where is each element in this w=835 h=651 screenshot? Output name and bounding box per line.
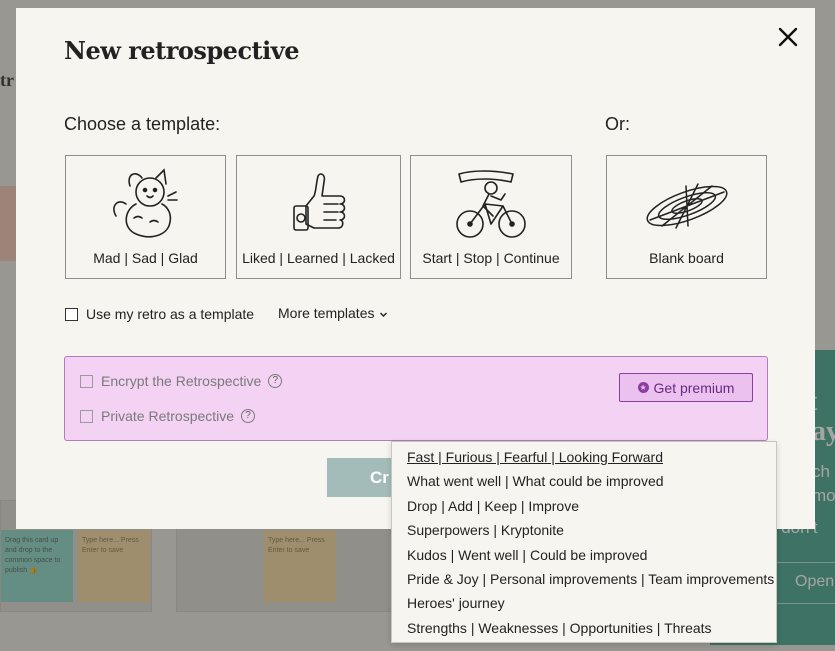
template-label: Start | Stop | Continue bbox=[422, 250, 560, 266]
modal-title: New retrospective bbox=[64, 36, 299, 65]
close-icon bbox=[778, 27, 798, 47]
choose-template-label: Choose a template: bbox=[64, 114, 221, 134]
encrypt-retro-checkbox[interactable]: Encrypt the Retrospective ? bbox=[80, 373, 283, 389]
get-premium-label: Get premium bbox=[653, 379, 735, 396]
more-templates-label: More templates bbox=[278, 305, 375, 321]
checkbox-box[interactable] bbox=[80, 374, 93, 388]
template-liked-learned-lacked[interactable]: Liked | Learned | Lacked bbox=[236, 155, 401, 279]
template-blank-board[interactable]: Blank board bbox=[606, 155, 767, 279]
template-label: Blank board bbox=[649, 250, 724, 266]
cyclist-icon bbox=[456, 170, 526, 238]
or-label: Or: bbox=[605, 114, 630, 134]
encrypt-retro-label: Encrypt the Retrospective bbox=[101, 373, 262, 389]
chevron-down-icon bbox=[380, 312, 388, 317]
dropdown-item[interactable]: Kudos | Went well | Could be improved bbox=[392, 546, 776, 570]
use-my-retro-label: Use my retro as a template bbox=[86, 306, 255, 322]
template-label: Liked | Learned | Lacked bbox=[242, 250, 395, 266]
dropdown-item[interactable]: Heroes' journey bbox=[392, 594, 776, 618]
dropdown-item[interactable]: What went well | What could be improved bbox=[392, 472, 776, 496]
checkbox-box[interactable] bbox=[80, 409, 93, 423]
get-premium-button[interactable]: ★ Get premium bbox=[619, 373, 753, 402]
close-button[interactable] bbox=[775, 24, 801, 50]
more-templates-toggle[interactable]: More templates bbox=[278, 305, 388, 321]
template-label: Mad | Sad | Glad bbox=[93, 250, 198, 266]
template-start-stop-continue[interactable]: Start | Stop | Continue bbox=[410, 155, 572, 279]
dropdown-item[interactable]: Fast | Furious | Fearful | Looking Forwa… bbox=[392, 448, 776, 472]
use-my-retro-checkbox[interactable]: Use my retro as a template bbox=[65, 306, 254, 322]
template-mad-sad-glad[interactable]: Mad | Sad | Glad bbox=[65, 155, 226, 279]
help-icon[interactable]: ? bbox=[241, 409, 256, 423]
dropdown-item[interactable]: Superpowers | Kryptonite bbox=[392, 521, 776, 545]
private-retro-checkbox[interactable]: Private Retrospective ? bbox=[80, 408, 256, 424]
premium-options-box: Encrypt the Retrospective ? Private Retr… bbox=[64, 356, 768, 441]
dropdown-item[interactable]: Drop | Add | Keep | Improve bbox=[392, 497, 776, 521]
dropdown-item[interactable]: Strengths | Weaknesses | Opportunities |… bbox=[392, 619, 776, 643]
more-templates-dropdown: Fast | Furious | Fearful | Looking Forwa… bbox=[391, 441, 777, 643]
dropdown-item[interactable]: Pride & Joy | Personal improvements | Te… bbox=[392, 570, 776, 594]
private-retro-label: Private Retrospective bbox=[101, 408, 235, 424]
cat-icon bbox=[112, 168, 178, 238]
thumbs-up-icon bbox=[292, 173, 345, 231]
disc-icon bbox=[645, 183, 728, 229]
checkbox-box[interactable] bbox=[65, 307, 78, 321]
star-icon: ★ bbox=[637, 382, 649, 393]
help-icon[interactable]: ? bbox=[268, 374, 283, 388]
